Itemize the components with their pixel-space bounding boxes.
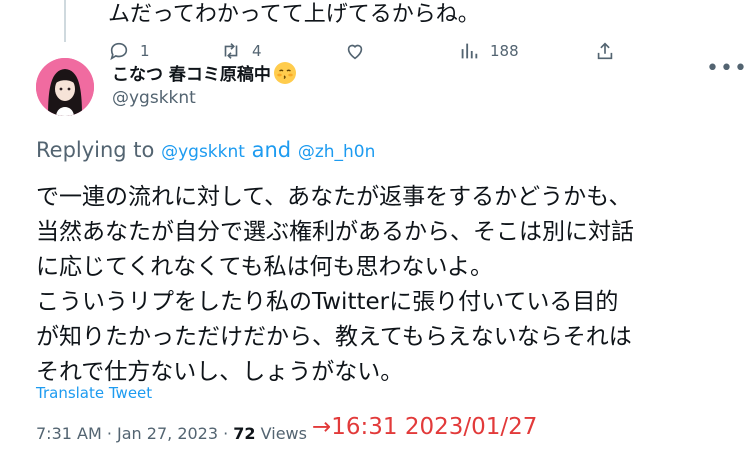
replying-and-text: and xyxy=(251,138,292,162)
avatar[interactable] xyxy=(36,58,94,116)
meta-separator: · xyxy=(218,424,234,443)
retweet-icon xyxy=(224,43,238,59)
handwritten-annotation: →16:31 2023/01/27 xyxy=(312,414,538,440)
views-count: 188 xyxy=(490,42,519,60)
share-icon xyxy=(597,42,613,60)
retweet-count: 4 xyxy=(252,42,262,60)
views-button[interactable]: 188 xyxy=(458,40,519,62)
thread-connector-line xyxy=(64,0,66,42)
translate-tweet-link[interactable]: Translate Tweet xyxy=(36,384,152,402)
display-name-text: こなつ 春コミ原稿中 xyxy=(112,65,271,85)
author-display-name[interactable]: こなつ 春コミ原稿中 xyxy=(112,60,296,85)
tweet-views-count: 72 xyxy=(233,424,256,443)
tweet-views-label: Views xyxy=(255,424,307,443)
heart-icon xyxy=(347,44,363,60)
tweet-line: で一連の流れに対して、あなたが返事をするかどうかも、 xyxy=(36,184,632,210)
more-options-button[interactable]: ••• xyxy=(706,56,748,81)
replying-prefix: Replying to xyxy=(36,138,155,162)
tweet-body: で一連の流れに対して、あなたが返事をするかどうかも、 当然あなたが自分で選ぶ権利… xyxy=(36,180,736,390)
reply-count: 1 xyxy=(140,42,150,60)
tweet-line: 当然あなたが自分で選ぶ権利があるから、そこは別に対話 xyxy=(36,219,634,245)
tweet-line: に応じてくれなくても私は何も思わないよ。 xyxy=(36,254,494,280)
tweet-date[interactable]: Jan 27, 2023 xyxy=(117,424,218,443)
reply-icon xyxy=(110,42,128,61)
meta-separator: · xyxy=(101,424,118,443)
replying-user-link-1[interactable]: @ygskknt xyxy=(161,142,245,162)
reply-button[interactable]: 1 xyxy=(108,40,150,62)
kissing-face-emoji-icon xyxy=(273,62,296,84)
previous-tweet-text: ムだってわかってて上げてるからね。 xyxy=(108,2,480,27)
retweet-button[interactable]: 4 xyxy=(220,40,262,62)
tweet-time[interactable]: 7:31 AM xyxy=(36,424,102,443)
tweet-metadata: 7:31 AM · Jan 27, 2023 · 72 Views xyxy=(36,424,307,443)
analytics-icon xyxy=(461,43,478,59)
replying-to-line: Replying to @ygskknt and @zh_h0n xyxy=(36,138,375,162)
avatar-illustration-icon xyxy=(36,58,94,116)
like-button[interactable] xyxy=(344,40,376,62)
tweet-line: こういうリプをしたり私のTwitterに張り付いている目的 xyxy=(36,289,619,315)
replying-user-link-2[interactable]: @zh_h0n xyxy=(298,142,376,162)
share-button[interactable] xyxy=(594,40,616,62)
tweet-line: が知りたかっただけだから、教えてもらえないならそれは xyxy=(36,324,632,350)
author-handle[interactable]: @ygskknt xyxy=(112,88,196,108)
